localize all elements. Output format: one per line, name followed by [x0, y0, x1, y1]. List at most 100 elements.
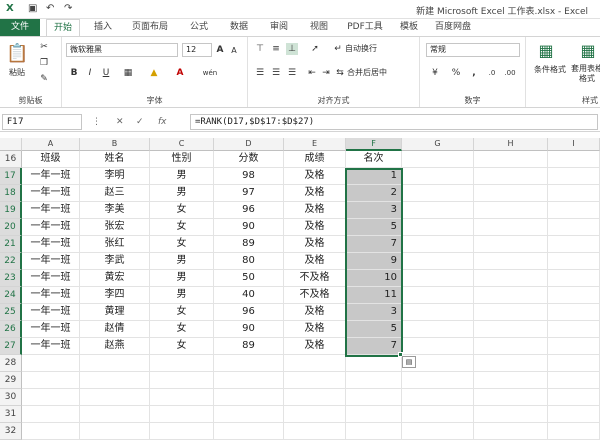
table-cell-class[interactable]: 一年一班 [22, 219, 80, 236]
empty-cell[interactable] [214, 406, 284, 423]
table-cell-rank[interactable]: 10 [346, 270, 402, 287]
align-right-icon[interactable]: ☰ [286, 67, 298, 79]
table-cell-grade[interactable]: 及格 [284, 168, 346, 185]
empty-cell[interactable] [22, 372, 80, 389]
number-format-select[interactable]: 常规 [426, 43, 520, 57]
table-cell-score[interactable]: 90 [214, 321, 284, 338]
tab-file[interactable]: 文件 [0, 19, 40, 36]
table-cell-name[interactable]: 黄理 [80, 304, 150, 321]
grow-font-icon[interactable]: A [214, 44, 226, 56]
table-cell-rank[interactable]: 1 [346, 168, 402, 185]
table-cell-gender[interactable]: 女 [150, 236, 214, 253]
table-cell-name[interactable]: 黄宏 [80, 270, 150, 287]
currency-icon[interactable]: ¥ [428, 67, 442, 79]
table-cell-score[interactable]: 98 [214, 168, 284, 185]
table-cell-rank[interactable]: 2 [346, 185, 402, 202]
empty-cell[interactable] [150, 355, 214, 372]
empty-cell[interactable] [284, 355, 346, 372]
empty-cell[interactable] [402, 270, 474, 287]
align-top-icon[interactable]: ⊤ [254, 43, 266, 55]
align-bottom-icon[interactable]: ⊥ [286, 43, 298, 55]
empty-cell[interactable] [474, 321, 548, 338]
table-cell-class[interactable]: 一年一班 [22, 253, 80, 270]
empty-cell[interactable] [402, 151, 474, 168]
empty-cell[interactable] [548, 389, 600, 406]
format-painter-icon[interactable]: ✎ [38, 73, 50, 85]
empty-cell[interactable] [548, 253, 600, 270]
row-header[interactable]: 19 [0, 202, 22, 219]
underline-icon[interactable]: U [100, 67, 112, 79]
empty-cell[interactable] [346, 406, 402, 423]
table-cell-score[interactable]: 50 [214, 270, 284, 287]
table-cell-grade[interactable]: 不及格 [284, 270, 346, 287]
decrease-decimal-icon[interactable]: .00 [502, 67, 518, 79]
empty-cell[interactable] [22, 406, 80, 423]
empty-cell[interactable] [402, 321, 474, 338]
empty-cell[interactable] [214, 372, 284, 389]
column-header-h[interactable]: H [474, 138, 548, 151]
empty-cell[interactable] [474, 389, 548, 406]
row-header[interactable]: 16 [0, 151, 22, 168]
table-cell-score[interactable]: 90 [214, 219, 284, 236]
table-cell-name[interactable]: 李明 [80, 168, 150, 185]
row-header[interactable]: 17 [0, 168, 22, 185]
empty-cell[interactable] [346, 423, 402, 440]
table-cell-name[interactable]: 赵倩 [80, 321, 150, 338]
table-cell-class[interactable]: 一年一班 [22, 202, 80, 219]
table-cell-rank[interactable]: 5 [346, 219, 402, 236]
border-icon[interactable]: ▦ [122, 67, 134, 79]
table-cell-class[interactable]: 一年一班 [22, 236, 80, 253]
empty-cell[interactable] [22, 389, 80, 406]
font-size-select[interactable]: 12 [182, 43, 212, 57]
align-center-icon[interactable]: ☰ [270, 67, 282, 79]
column-header-d[interactable]: D [214, 138, 284, 151]
empty-cell[interactable] [474, 406, 548, 423]
empty-cell[interactable] [402, 372, 474, 389]
table-cell-score[interactable]: 80 [214, 253, 284, 270]
wrap-text-icon[interactable]: ↵ [332, 43, 344, 55]
empty-cell[interactable] [548, 372, 600, 389]
row-header[interactable]: 21 [0, 236, 22, 253]
empty-cell[interactable] [548, 423, 600, 440]
empty-cell[interactable] [548, 270, 600, 287]
format-as-table-icon[interactable]: ▦ [578, 41, 598, 61]
table-cell-grade[interactable]: 不及格 [284, 287, 346, 304]
table-cell-score[interactable]: 89 [214, 338, 284, 355]
merge-center-button[interactable]: 合并后居中 [347, 67, 417, 79]
orientation-icon[interactable]: ➚ [308, 43, 322, 55]
table-cell-class[interactable]: 一年一班 [22, 321, 80, 338]
empty-cell[interactable] [548, 406, 600, 423]
tab-pdf-tools[interactable]: PDF工具 [342, 19, 388, 36]
table-cell-name[interactable]: 张宏 [80, 219, 150, 236]
table-cell-name[interactable]: 李美 [80, 202, 150, 219]
shrink-font-icon[interactable]: A [228, 45, 240, 57]
empty-cell[interactable] [474, 287, 548, 304]
empty-cell[interactable] [474, 355, 548, 372]
table-cell-score[interactable]: 96 [214, 202, 284, 219]
table-cell-grade[interactable]: 及格 [284, 338, 346, 355]
tab-view[interactable]: 视图 [302, 19, 336, 36]
empty-cell[interactable] [346, 372, 402, 389]
table-cell-gender[interactable]: 女 [150, 338, 214, 355]
table-cell-gender[interactable]: 女 [150, 219, 214, 236]
redo-icon[interactable]: ↷ [64, 2, 72, 16]
align-left-icon[interactable]: ☰ [254, 67, 266, 79]
table-cell-gender[interactable]: 女 [150, 202, 214, 219]
tab-data[interactable]: 数据 [222, 19, 256, 36]
table-cell-grade[interactable]: 及格 [284, 219, 346, 236]
formula-input[interactable]: =RANK(D17,$D$17:$D$27) [190, 114, 598, 130]
align-middle-icon[interactable]: ≡ [270, 43, 282, 55]
empty-cell[interactable] [548, 338, 600, 355]
header-cell[interactable]: 姓名 [80, 151, 150, 168]
empty-cell[interactable] [346, 355, 402, 372]
empty-cell[interactable] [284, 389, 346, 406]
empty-cell[interactable] [474, 185, 548, 202]
empty-cell[interactable] [80, 389, 150, 406]
row-header[interactable]: 27 [0, 338, 22, 355]
empty-cell[interactable] [474, 253, 548, 270]
row-header[interactable]: 18 [0, 185, 22, 202]
empty-cell[interactable] [474, 372, 548, 389]
fill-color-icon[interactable]: ▲ [148, 67, 160, 79]
bold-icon[interactable]: B [68, 67, 80, 79]
row-header[interactable]: 29 [0, 372, 22, 389]
